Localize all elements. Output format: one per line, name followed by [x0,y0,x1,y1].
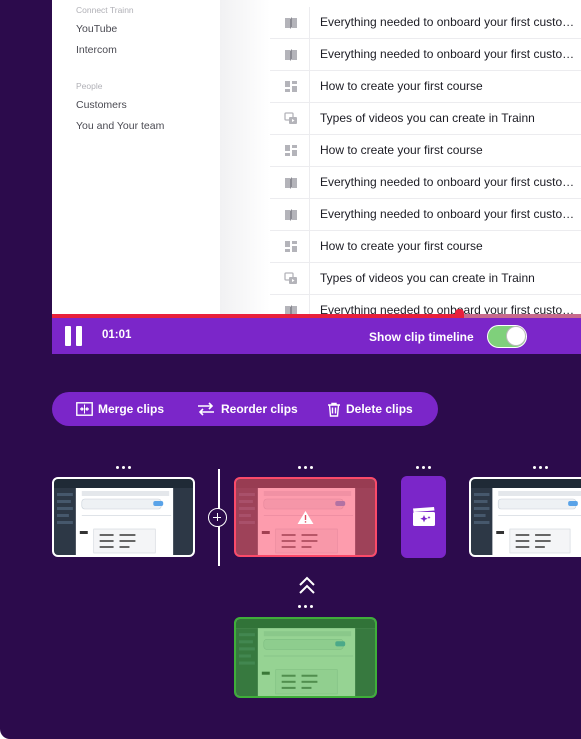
toggle-knob [506,326,526,346]
row-title: Everything needed to onboard your first … [320,47,576,61]
book-icon [285,177,297,189]
delete-clips-button[interactable]: Delete clips [327,392,413,426]
row-title: Everything needed to onboard your first … [320,15,576,29]
reorder-clips-label: Reorder clips [221,402,298,416]
merge-clips-label: Merge clips [98,402,165,416]
app-sidebar: Connect Trainn YouTube Intercom People C… [52,0,220,316]
reorder-clips-button[interactable]: Reorder clips [196,392,298,426]
clip-menu-dots[interactable] [531,465,551,471]
row-title: Types of videos you can create in Trainn [320,111,535,125]
sidebar-item-intercom[interactable]: Intercom [76,44,117,56]
book-icon [285,49,297,61]
show-clip-timeline-label: Show clip timeline [369,330,474,344]
row-icon-cell [270,199,310,231]
dot [128,466,131,469]
show-clip-timeline-toggle[interactable] [487,325,527,348]
video-icon [284,272,297,284]
grid-icon [285,241,297,252]
row-title: How to create your first course [320,239,483,253]
book-icon [285,209,297,221]
dot [416,466,419,469]
dot [304,466,307,469]
row-icon-cell [270,231,310,263]
book-icon [285,17,297,29]
dot [533,466,536,469]
video-preview[interactable]: Connect Trainn YouTube Intercom People C… [52,0,581,316]
sidebar-item-customers[interactable]: Customers [76,99,127,111]
content-row[interactable]: How to create your first course [270,71,581,103]
timeline-clip[interactable] [52,477,195,557]
dot [310,466,313,469]
clip-thumbnail [54,479,193,555]
dot [122,466,125,469]
row-icon-cell [270,7,310,39]
grid-icon [285,145,297,156]
row-title: Types of videos you can create in Trainn [320,271,535,285]
clip-menu-dots[interactable] [414,465,434,471]
content-row[interactable]: Types of videos you can create in Trainn [270,103,581,135]
merge-icon [76,402,93,416]
content-row[interactable]: How to create your first course [270,135,581,167]
content-row[interactable]: Everything needed to onboard your first … [270,199,581,231]
timeline-clip-selected[interactable] [234,617,377,698]
content-row[interactable]: Everything needed to onboard your first … [270,39,581,71]
dot [310,605,313,608]
row-icon-cell [270,103,310,135]
video-editor: Connect Trainn YouTube Intercom People C… [0,0,581,739]
content-row[interactable]: Everything needed to onboard your first … [270,167,581,199]
magic-clip-button[interactable] [401,476,446,558]
clip-thumbnail [471,479,581,555]
clapperboard-sparkle-icon [413,507,435,526]
row-icon-cell [270,71,310,103]
reorder-icon [198,402,214,416]
chevron-double-up-icon[interactable] [297,575,317,597]
add-clip-icon[interactable] [208,508,227,527]
row-icon-cell [270,39,310,71]
sidebar-section-title: People [76,81,103,91]
sidebar-shadow [220,0,270,316]
row-title: Everything needed to onboard your first … [320,175,576,189]
sidebar-item-youtube[interactable]: YouTube [76,23,117,35]
delete-clips-label: Delete clips [346,402,413,416]
merge-clips-button[interactable]: Merge clips [76,392,164,426]
clip-menu-dots[interactable] [114,465,134,471]
dot [298,605,301,608]
dot [539,466,542,469]
content-row[interactable]: How to create your first course [270,231,581,263]
clip-menu-dots[interactable] [296,465,316,471]
video-icon [284,112,297,124]
row-icon-cell [270,135,310,167]
current-time: 01:01 [102,329,132,341]
content-row[interactable]: Everything needed to onboard your first … [270,295,581,316]
clip-thumbnail [236,479,375,555]
row-icon-cell [270,263,310,295]
dot [298,466,301,469]
dot [116,466,119,469]
dot [304,605,307,608]
content-row[interactable]: Types of videos you can create in Trainn [270,263,581,295]
clip-actions-bar: Merge clips Reorder clips Delete clips [52,392,438,426]
trash-icon [328,402,340,417]
dot [428,466,431,469]
content-list: Everything needed to onboard your first … [270,0,581,316]
timeline-clip[interactable] [469,477,581,557]
row-title: How to create your first course [320,79,483,93]
row-icon-cell [270,167,310,199]
content-row[interactable]: Everything needed to onboard your first … [270,7,581,39]
pause-icon [65,326,71,346]
pause-button[interactable] [65,326,83,346]
dot [422,466,425,469]
player-controls: 01:01 Show clip timeline [52,318,581,354]
pause-icon [76,326,82,346]
row-icon-cell [270,295,310,316]
sidebar-section-title: Connect Trainn [76,5,134,15]
timeline-clip-warning[interactable] [234,477,377,557]
row-title: How to create your first course [320,143,483,157]
clip-thumbnail [236,619,375,696]
grid-icon [285,81,297,92]
sidebar-item-team[interactable]: You and Your team [76,120,164,132]
clip-menu-dots[interactable] [296,604,316,610]
row-title: Everything needed to onboard your first … [320,207,576,221]
dot [545,466,548,469]
